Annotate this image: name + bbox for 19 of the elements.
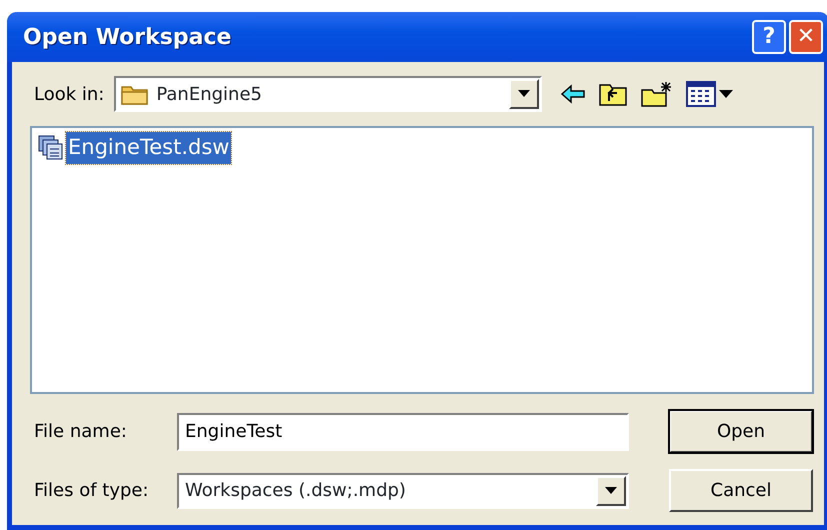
workspace-file-icon [38,134,64,161]
dropdown-arrow-icon [605,486,617,494]
view-menu-icon[interactable] [686,81,734,107]
file-item[interactable]: EngineTest.dsw [66,132,232,164]
close-button[interactable]: ✕ [789,20,823,54]
file-type-dropdown[interactable]: Workspaces (.dsw;.mdp) [177,472,629,508]
file-name-field[interactable]: EngineTest [177,412,629,450]
file-type-value: Workspaces (.dsw;.mdp) [184,479,406,503]
open-button[interactable]: Open [669,410,813,453]
look-in-dropdown[interactable]: PanEngine5 [114,76,542,112]
look-in-label: Look in: [34,82,104,106]
help-button[interactable]: ? [752,20,786,54]
dropdown-arrow-icon [518,90,530,98]
file-type-label: Files of type: [34,479,150,503]
folder-name: PanEngine5 [155,82,262,106]
window-title: Open Workspace [23,24,232,52]
cancel-button[interactable]: Cancel [669,469,813,512]
back-arrow-icon[interactable] [560,84,586,104]
file-name-label: File name: [34,420,128,444]
